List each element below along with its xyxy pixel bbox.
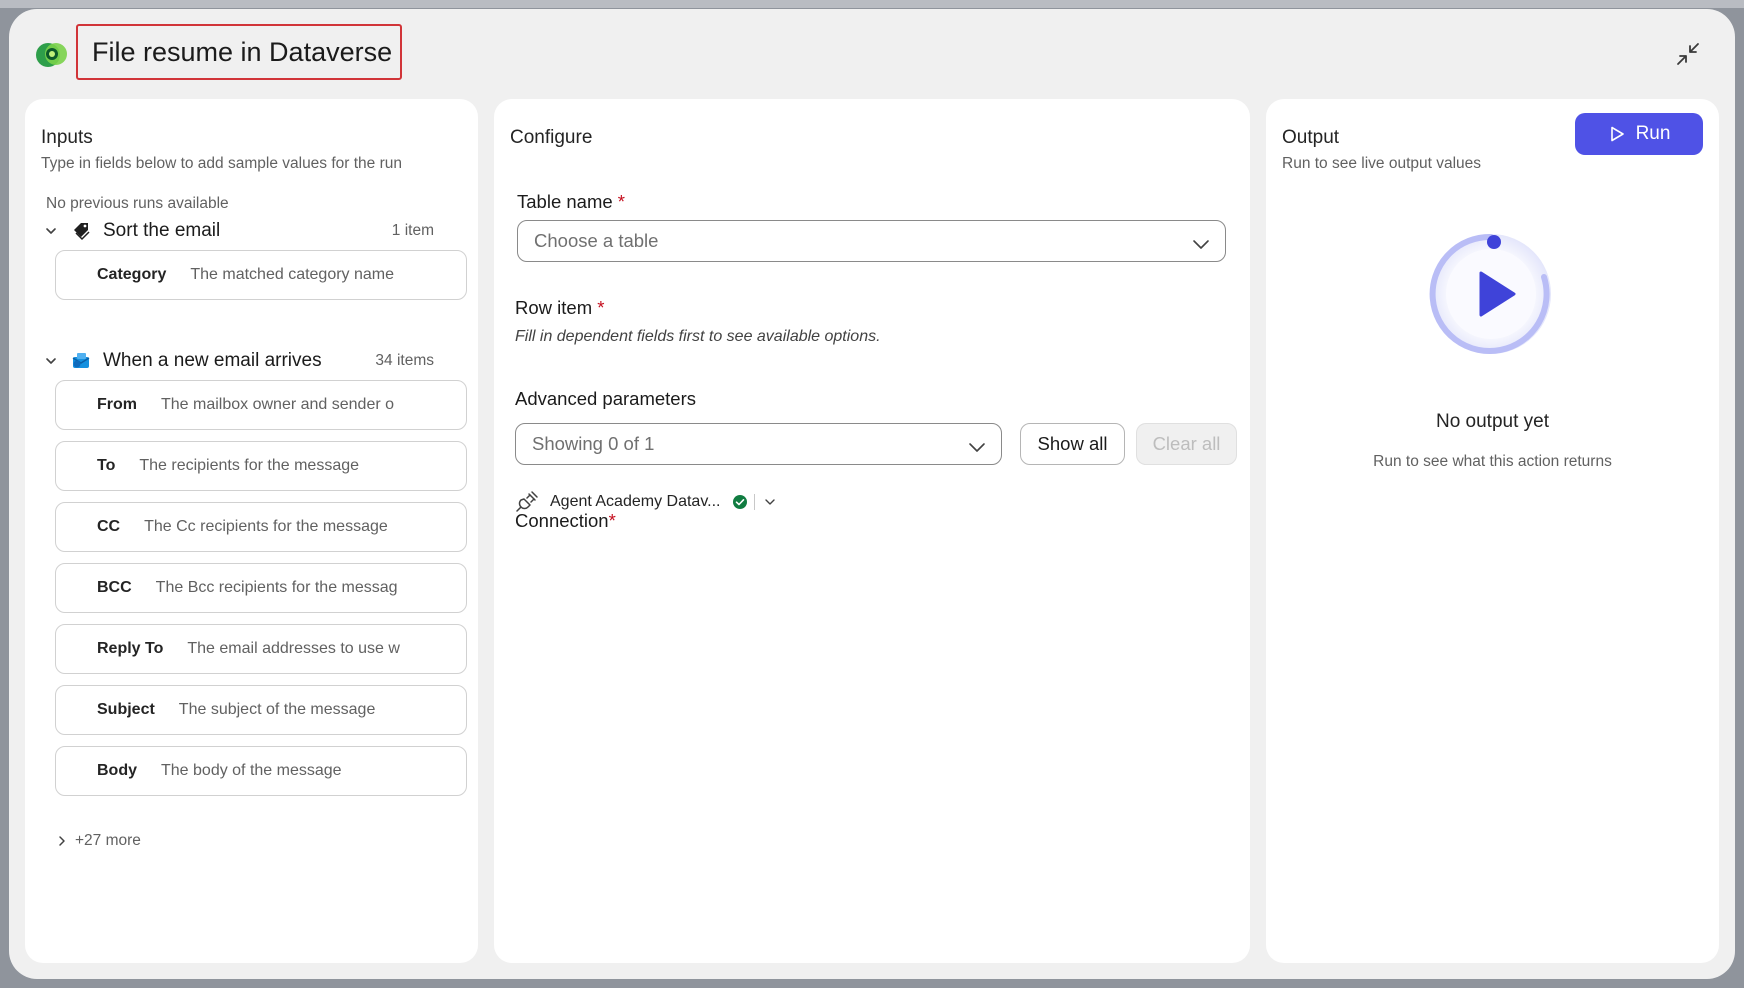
field-label: To [97,457,116,474]
group-sort-the-email[interactable]: Sort the email 1 item [41,216,448,246]
field-label: Category [97,266,167,283]
chevron-down-icon [41,221,61,241]
connection-name: Agent Academy Datav... [550,493,721,510]
field-label: Reply To [97,640,164,657]
run-button[interactable]: Run [1575,113,1703,155]
divider [754,494,756,510]
clear-all-button[interactable]: Clear all [1136,423,1237,465]
field-label: CC [97,518,121,535]
row-item-hint: Fill in dependent fields first to see av… [515,328,881,345]
field-placeholder: The Bcc recipients for the messag [155,579,398,596]
inputs-title: Inputs [41,127,93,148]
field-placeholder: The body of the message [161,762,342,779]
tag-icon [69,219,93,243]
configure-panel: Configure Table name * Choose a table Ro… [494,99,1250,963]
field-label: Body [97,762,137,779]
bcc-field[interactable]: BCC The Bcc recipients for the messag [55,563,467,613]
chevron-down-icon [41,351,61,371]
plug-icon [514,489,540,515]
body-field[interactable]: Body The body of the message [55,746,467,796]
field-label: Subject [97,701,155,718]
group-name: Sort the email [103,220,221,241]
run-label: Run [1635,123,1671,144]
green-check-icon [732,494,748,510]
field-label: From [97,396,137,413]
group-count: 1 item [391,222,434,239]
reply-to-field[interactable]: Reply To The email addresses to use w [55,624,467,674]
collapse-button[interactable] [1671,37,1705,71]
table-name-select[interactable]: Choose a table [517,220,1226,262]
table-name-label: Table name * [517,191,625,213]
required-mark: * [597,297,605,318]
inputs-panel: Inputs Type in fields below to add sampl… [25,99,478,963]
advanced-parameters-label: Advanced parameters [515,388,696,409]
from-field[interactable]: From The mailbox owner and sender o [55,380,467,430]
chevron-down-icon [1191,234,1211,249]
show-more-fields[interactable]: +27 more [55,832,141,850]
group-count: 34 items [375,352,434,369]
chevron-down-icon[interactable] [763,495,777,509]
test-action-dialog: File resume in Dataverse Inputs Type in … [9,9,1735,979]
empty-output-subtitle: Run to see what this action returns [1373,453,1612,470]
empty-output-illustration [1426,229,1556,359]
chevron-right-icon [55,834,69,848]
play-circle-icon [1429,233,1551,354]
no-previous-runs: No previous runs available [46,195,229,212]
output-title: Output [1282,127,1340,148]
field-placeholder: The email addresses to use w [187,640,400,657]
more-count: +27 more [75,832,141,849]
play-icon [1608,125,1626,143]
group-when-new-email-arrives[interactable]: When a new email arrives 34 items [41,346,448,376]
connection-picker[interactable]: Agent Academy Datav... [514,486,777,518]
collapse-arrows-icon [1677,43,1699,65]
field-label: BCC [97,579,132,596]
select-placeholder: Choose a table [534,230,659,251]
field-placeholder: The Cc recipients for the message [144,518,388,535]
category-field[interactable]: Category The matched category name [55,250,467,300]
group-name: When a new email arrives [103,350,322,371]
field-placeholder: The recipients for the message [139,457,360,474]
field-placeholder: The subject of the message [178,701,376,718]
required-mark: * [617,191,625,212]
dataverse-logo-icon [35,37,69,71]
label-text: Table name [517,191,613,212]
background-strip [0,0,1744,8]
label-text: Row item [515,297,593,318]
dialog-title: File resume in Dataverse [76,24,402,80]
show-all-button[interactable]: Show all [1020,423,1125,465]
select-value: Showing 0 of 1 [532,433,655,454]
output-subtitle: Run to see live output values [1282,155,1482,172]
field-placeholder: The mailbox owner and sender o [161,396,395,413]
dialog-header: File resume in Dataverse [9,9,1735,99]
empty-output-title: No output yet [1435,411,1550,432]
field-placeholder: The matched category name [190,266,395,283]
cc-field[interactable]: CC The Cc recipients for the message [55,502,467,552]
row-item-label: Row item * [515,297,604,319]
outlook-email-icon [69,349,93,373]
subject-field[interactable]: Subject The subject of the message [55,685,467,735]
inputs-subtitle: Type in fields below to add sample value… [41,155,403,172]
configure-title: Configure [510,127,593,148]
to-field[interactable]: To The recipients for the message [55,441,467,491]
output-panel: Output Run to see live output values Run [1266,99,1719,963]
chevron-down-icon [967,437,987,452]
advanced-parameters-select[interactable]: Showing 0 of 1 [515,423,1002,465]
